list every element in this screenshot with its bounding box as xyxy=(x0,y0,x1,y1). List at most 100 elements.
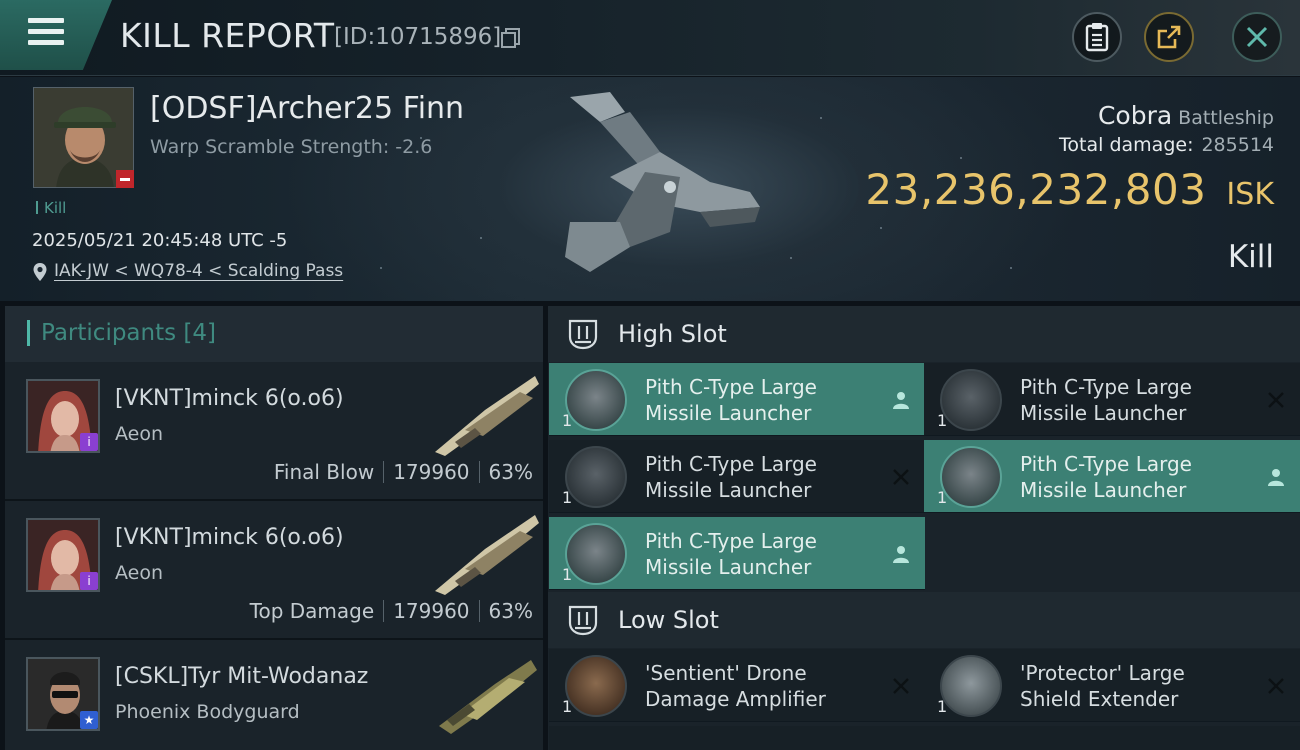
destroyed-x-icon xyxy=(1268,678,1284,694)
participant-damage: 179960 xyxy=(393,599,470,623)
destroyed-x-icon xyxy=(893,469,909,485)
module-slot[interactable]: 1 Pith C-Type Large Missile Launcher xyxy=(924,440,1300,513)
module-slot[interactable]: 1 Pith C-Type Large Missile Launcher xyxy=(549,363,925,436)
kill-location[interactable]: IAK-JW < WQ78-4 < Scalding Pass xyxy=(32,261,343,281)
participant-ship-image[interactable] xyxy=(425,648,543,738)
close-button[interactable] xyxy=(1232,12,1282,62)
participant-row[interactable]: i [VKNT]minck 6(o.o6) Aeon Final Blow 179… xyxy=(5,362,543,501)
module-name: 'Protector' Large Shield Extender xyxy=(1020,661,1185,711)
module-quantity: 1 xyxy=(937,411,948,430)
module-slot[interactable]: 1 Pith C-Type Large Missile Launcher xyxy=(549,440,925,513)
victim-banner: [ODSF]Archer25 Finn Warp Scramble Streng… xyxy=(0,77,1300,301)
module-name: Pith C-Type Large Missile Launcher xyxy=(645,375,817,425)
destroyed-x-icon xyxy=(1268,392,1284,408)
module-name: Pith C-Type Large Missile Launcher xyxy=(1020,452,1192,502)
security-status-badge xyxy=(116,170,134,188)
participant-percent: 63% xyxy=(488,599,533,623)
low-slot-header: Low Slot xyxy=(548,592,1300,648)
module-slot[interactable] xyxy=(549,726,925,750)
participant-damage: 179960 xyxy=(393,460,470,484)
participant-stats: Final Blow 179960 63% xyxy=(274,460,533,484)
pilot-status-badge: ★ xyxy=(80,711,98,729)
drone-damage-amplifier-icon xyxy=(565,655,627,717)
warp-scramble-strength: Warp Scramble Strength: -2.6 xyxy=(150,136,433,158)
low-slot-label: Low Slot xyxy=(618,606,719,634)
dropped-person-icon xyxy=(893,392,909,409)
participant-name[interactable]: [VKNT]minck 6(o.o6) xyxy=(115,386,344,411)
module-name: Pith C-Type Large Missile Launcher xyxy=(645,452,817,502)
title-bar: KILL REPORT [ID:10715896] xyxy=(0,0,1300,76)
missile-launcher-icon xyxy=(940,369,1002,431)
participant-row[interactable]: i [VKNT]minck 6(o.o6) Aeon Top Damage 179… xyxy=(5,501,543,640)
missile-launcher-icon xyxy=(565,369,627,431)
missile-launcher-icon xyxy=(565,523,627,585)
participant-ship-image[interactable] xyxy=(425,370,543,460)
pilot-status-badge: i xyxy=(80,433,98,451)
participant-stats: Top Damage 179960 63% xyxy=(250,599,533,623)
module-quantity: 1 xyxy=(562,488,573,507)
module-slot[interactable]: 1 Pith C-Type Large Missile Launcher xyxy=(924,363,1300,436)
menu-button[interactable] xyxy=(0,0,112,70)
module-name: Pith C-Type Large Missile Launcher xyxy=(645,529,817,579)
participant-role: Top Damage xyxy=(249,599,375,623)
module-slot[interactable]: 1 Pith C-Type Large Missile Launcher xyxy=(549,517,925,590)
kill-result: Kill xyxy=(1227,239,1274,275)
destroyed-x-icon xyxy=(893,678,909,694)
participant-role: Final Blow xyxy=(273,460,375,484)
high-slot-icon xyxy=(568,319,598,350)
pilot-status-badge: i xyxy=(80,572,98,590)
total-damage: Total damage: 285514 xyxy=(1059,134,1274,156)
module-quantity: 1 xyxy=(562,565,573,584)
low-slot-icon xyxy=(568,605,598,636)
module-quantity: 1 xyxy=(562,411,573,430)
dropped-person-icon xyxy=(1268,469,1284,486)
module-quantity: 1 xyxy=(937,488,948,507)
report-id: [ID:10715896] xyxy=(334,24,502,50)
kill-datetime: 2025/05/21 20:45:48 UTC -5 xyxy=(32,230,288,251)
module-slot[interactable]: 1 'Sentient' Drone Damage Amplifier xyxy=(549,649,925,722)
page-title: KILL REPORT xyxy=(120,16,335,55)
missile-launcher-icon xyxy=(565,446,627,508)
hamburger-icon xyxy=(28,18,64,46)
location-pin-icon xyxy=(33,263,47,281)
high-slot-label: High Slot xyxy=(618,320,727,348)
fitting-panel: High Slot 1 Pith C-Type Large Missile Lau… xyxy=(548,306,1300,750)
participant-name[interactable]: [CSKL]Tyr Mit-Wodanaz xyxy=(115,664,368,689)
clipboard-icon xyxy=(1085,23,1109,52)
module-slot[interactable]: 1 'Protector' Large Shield Extender xyxy=(924,649,1300,722)
module-slot[interactable] xyxy=(924,726,1300,750)
participants-panel: Participants [4] i [VKNT]minck 6(o.o6) A… xyxy=(5,306,543,750)
participant-ship-image[interactable] xyxy=(425,509,543,599)
participant-ship: Phoenix Bodyguard xyxy=(115,701,300,723)
missile-launcher-icon xyxy=(940,446,1002,508)
module-quantity: 1 xyxy=(562,697,573,716)
participant-name[interactable]: [VKNT]minck 6(o.o6) xyxy=(115,525,344,550)
close-icon xyxy=(1246,26,1268,48)
isk-value: 23,236,232,803 ISK xyxy=(865,165,1274,214)
dropped-person-icon xyxy=(893,546,909,563)
participant-avatar[interactable]: ★ xyxy=(26,657,100,731)
participant-percent: 63% xyxy=(488,460,533,484)
module-name: 'Sentient' Drone Damage Amplifier xyxy=(645,661,826,711)
victim-name[interactable]: [ODSF]Archer25 Finn xyxy=(150,91,464,126)
participant-avatar[interactable]: i xyxy=(26,518,100,592)
shield-extender-icon xyxy=(940,655,1002,717)
victim-ship-type: Cobra Battleship xyxy=(1097,101,1274,130)
participant-avatar[interactable]: i xyxy=(26,379,100,453)
clipboard-button[interactable] xyxy=(1072,12,1122,62)
high-slot-header: High Slot xyxy=(548,306,1300,362)
copy-icon[interactable] xyxy=(500,27,522,49)
header-accent-bar xyxy=(27,320,30,346)
location-link[interactable]: IAK-JW < WQ78-4 < Scalding Pass xyxy=(54,261,343,281)
share-icon xyxy=(1157,25,1181,49)
module-name: Pith C-Type Large Missile Launcher xyxy=(1020,375,1192,425)
share-button[interactable] xyxy=(1144,12,1194,62)
participants-header[interactable]: Participants [4] xyxy=(5,306,543,362)
module-quantity: 1 xyxy=(937,697,948,716)
kill-tag: Kill xyxy=(36,199,66,217)
participant-row[interactable]: ★ [CSKL]Tyr Mit-Wodanaz Phoenix Bodyguar… xyxy=(5,640,543,750)
victim-ship-image[interactable] xyxy=(550,82,780,292)
participants-label: Participants [4] xyxy=(41,320,217,346)
participant-ship: Aeon xyxy=(115,562,164,584)
participant-ship: Aeon xyxy=(115,423,164,445)
